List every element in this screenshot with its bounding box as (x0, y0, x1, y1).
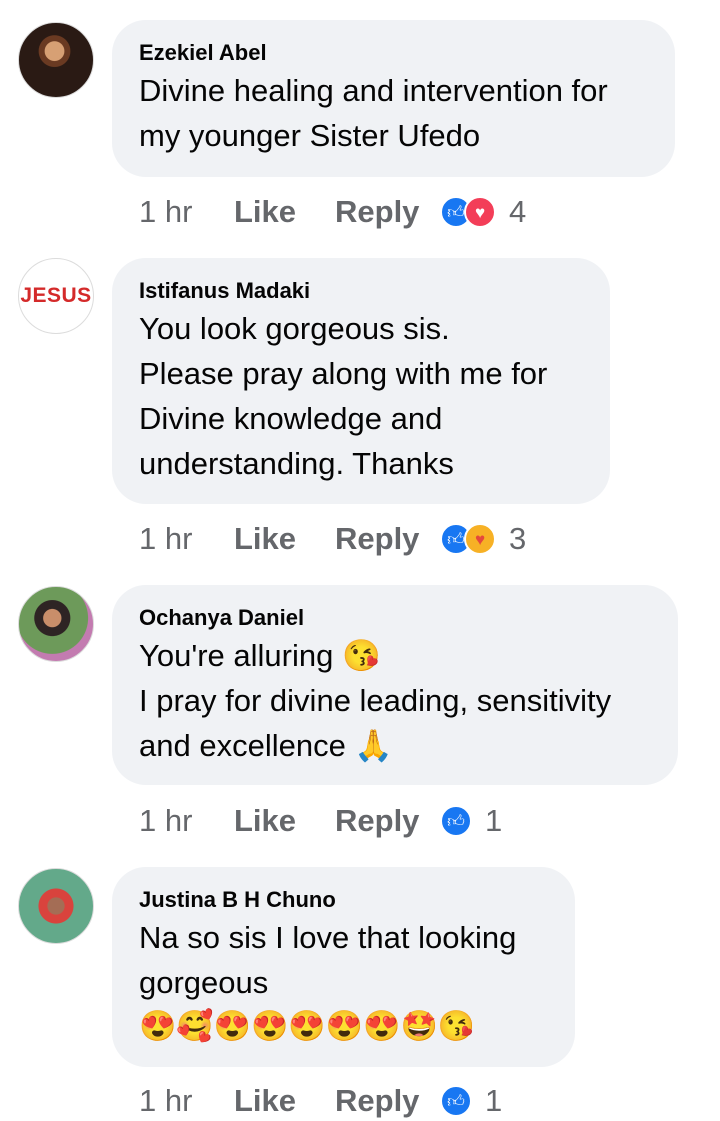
thumbs-up-icon: 👍︎ (440, 805, 472, 837)
comment-bubble: Ezekiel Abel Divine healing and interven… (112, 20, 675, 177)
reactions[interactable]: 👍︎ ♥ (440, 523, 496, 555)
reactions[interactable]: 👍︎ (440, 1085, 472, 1117)
comment-timestamp[interactable]: 1 hr (139, 1083, 234, 1119)
heart-icon: ♥ (464, 196, 496, 228)
comment-author[interactable]: Istifanus Madaki (139, 276, 584, 306)
thumbs-up-icon: 👍︎ (440, 1085, 472, 1117)
reaction-count: 3 (509, 521, 527, 556)
comment-line: gorgeous (139, 965, 269, 1000)
comment-timestamp[interactable]: 1 hr (139, 803, 234, 839)
comment-actions: 1 hr Like Reply 👍︎ ♥ 3 (139, 519, 526, 559)
hug-face-icon: ♥ (464, 523, 496, 555)
like-button[interactable]: Like (234, 194, 335, 230)
comment-text: Divine healing and intervention for my yo… (139, 68, 649, 158)
reply-button[interactable]: Reply (335, 803, 440, 839)
like-button[interactable]: Like (234, 521, 335, 557)
comment-actions: 1 hr Like Reply 👍︎ ♥ 4 (139, 192, 526, 232)
reaction-count: 1 (485, 803, 503, 838)
comment-actions: 1 hr Like Reply 👍︎ 1 (139, 1081, 502, 1121)
reply-button[interactable]: Reply (335, 521, 440, 557)
emoji-line: 😍🥰😍😍😍😍😍🤩😘 (139, 1010, 476, 1043)
comment-author[interactable]: Ezekiel Abel (139, 38, 649, 68)
reply-button[interactable]: Reply (335, 1083, 440, 1119)
avatar-logo-text: JESUS (20, 284, 92, 307)
like-button[interactable]: Like (234, 1083, 335, 1119)
reply-button[interactable]: Reply (335, 194, 440, 230)
comment-bubble: Ochanya Daniel You're alluring 😘 I pray f… (112, 585, 678, 785)
comment-bubble: Justina B H Chuno Na so sis I love that … (112, 867, 575, 1067)
comment-line: Please pray along with me for (139, 356, 548, 391)
comment-timestamp[interactable]: 1 hr (139, 194, 234, 230)
comment-text: You look gorgeous sis. Please pray along … (139, 306, 584, 486)
avatar[interactable] (18, 22, 94, 98)
like-button[interactable]: Like (234, 803, 335, 839)
comment-line: You're alluring 😘 (139, 638, 381, 673)
avatar[interactable] (18, 586, 94, 662)
reaction-count: 1 (485, 1083, 503, 1118)
comment-text: Na so sis I love that looking gorgeous (139, 915, 549, 1005)
avatar[interactable] (18, 868, 94, 944)
comment-actions: 1 hr Like Reply 👍︎ 1 (139, 801, 502, 841)
comment-line: I pray for divine leading, sensitivity (139, 683, 612, 718)
comment-author[interactable]: Justina B H Chuno (139, 885, 549, 915)
reactions[interactable]: 👍︎ (440, 805, 472, 837)
comment-line: Divine knowledge and (139, 401, 443, 436)
comment-line: and excellence 🙏 (139, 728, 394, 763)
reaction-count: 4 (509, 194, 527, 229)
comment-line: Na so sis I love that looking (139, 920, 517, 955)
avatar[interactable]: JESUS (18, 258, 94, 334)
comment-author[interactable]: Ochanya Daniel (139, 603, 652, 633)
comment-line: You look gorgeous sis. (139, 311, 450, 346)
comment-timestamp[interactable]: 1 hr (139, 521, 234, 557)
comment-line: my younger Sister Ufedo (139, 118, 481, 153)
comment-line: understanding. Thanks (139, 446, 454, 481)
reactions[interactable]: 👍︎ ♥ (440, 196, 496, 228)
comment-line: Divine healing and intervention for (139, 73, 608, 108)
comment-text: You're alluring 😘 I pray for divine leadi… (139, 633, 652, 768)
comment-bubble: Istifanus Madaki You look gorgeous sis. P… (112, 258, 610, 504)
